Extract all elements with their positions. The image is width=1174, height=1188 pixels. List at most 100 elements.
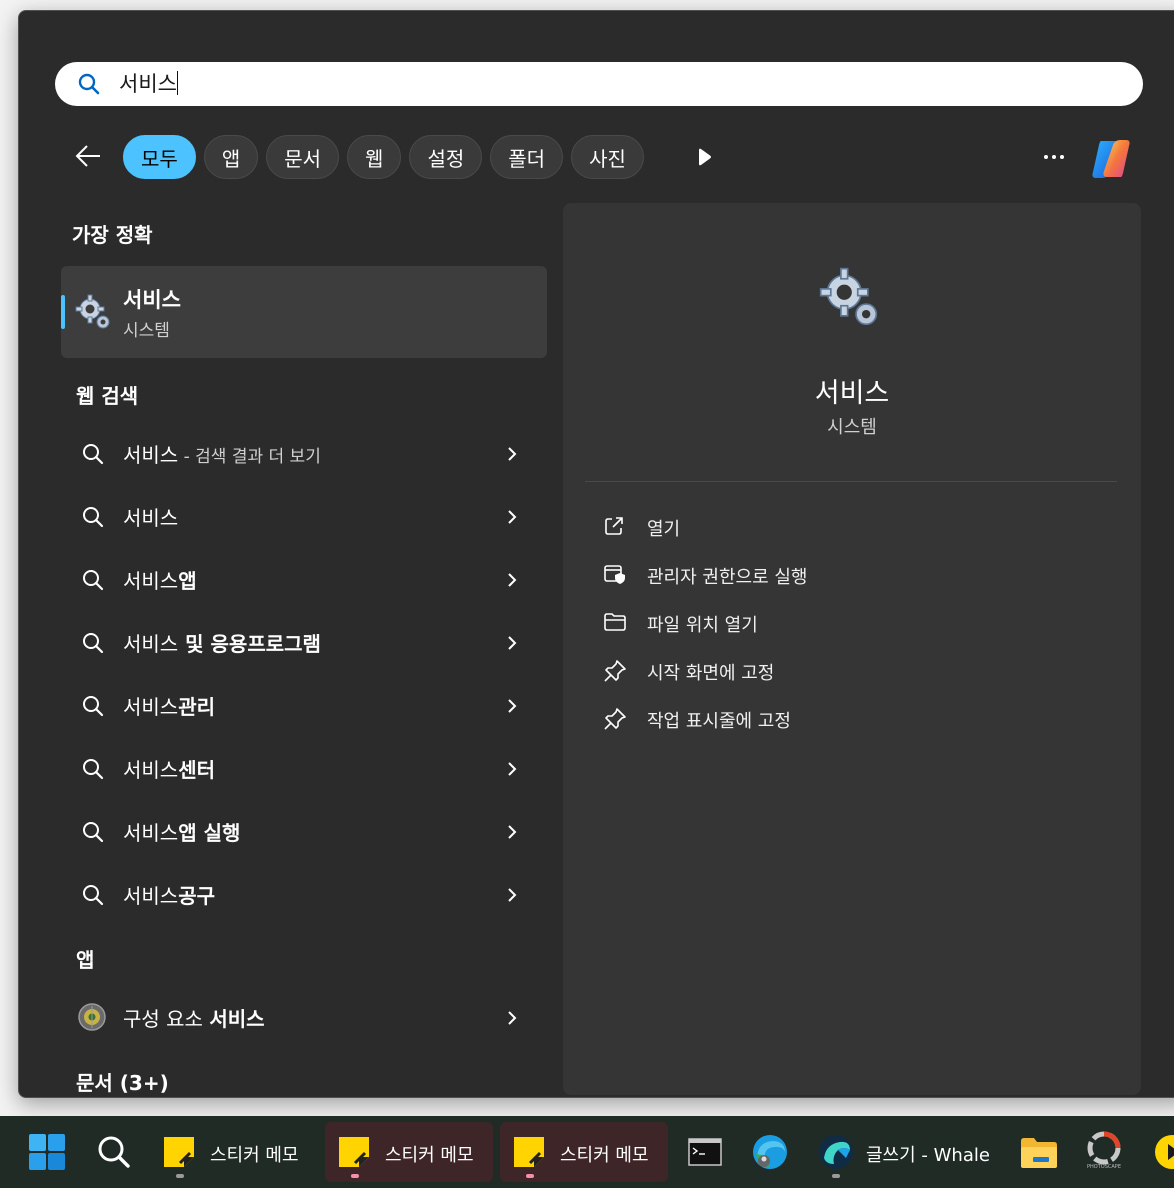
more-options-button[interactable]	[1039, 145, 1069, 169]
best-match-title: 서비스	[123, 288, 181, 312]
web-result-label: 서비스앱 실행	[123, 821, 241, 845]
taskbar-photoscape[interactable]: PHOTOSCAPE	[1076, 1122, 1132, 1182]
web-result-label: 서비스공구	[123, 884, 216, 908]
play-icon	[699, 148, 711, 166]
web-result-label: 서비스 - 검색 결과 더 보기	[123, 443, 321, 467]
web-result-5[interactable]: 서비스관리	[61, 677, 547, 733]
whale-browser-icon	[819, 1135, 853, 1169]
taskbar: 스티커 메모 스티커 메모 스티커 메모 글쓰기 - Whale PHOTOSC…	[0, 1116, 1174, 1188]
back-arrow-icon	[75, 145, 100, 167]
selection-indicator	[61, 295, 65, 329]
search-input[interactable]: 서비스	[119, 70, 178, 98]
photoscape-label: PHOTOSCAPE	[1087, 1164, 1121, 1170]
action-pin-to-taskbar[interactable]: 작업 표시줄에 고정	[603, 699, 1103, 739]
search-icon	[98, 1136, 130, 1168]
taskbar-file-explorer[interactable]	[1010, 1122, 1066, 1182]
pin-icon	[603, 659, 627, 687]
detail-pane: 서비스 시스템 열기 관리자 권한으로 실행 파일 위치 열기 시작 화면에 고…	[563, 203, 1141, 1095]
tab-folders[interactable]: 폴더	[490, 135, 564, 179]
search-icon	[81, 883, 105, 911]
taskbar-sticky-notes-1[interactable]: 스티커 메모	[150, 1122, 318, 1182]
search-icon	[81, 505, 105, 533]
folder-icon	[1021, 1138, 1057, 1168]
running-indicator	[832, 1174, 840, 1178]
action-pin-to-start[interactable]: 시작 화면에 고정	[603, 651, 1103, 691]
app-result-label: 구성 요소 서비스	[123, 1007, 265, 1031]
tab-photos[interactable]: 사진	[571, 135, 644, 179]
action-open[interactable]: 열기	[603, 507, 1103, 547]
taskbar-sticky-notes-3[interactable]: 스티커 메모	[500, 1122, 668, 1182]
web-result-6[interactable]: 서비스센터	[61, 740, 547, 796]
sticky-notes-icon	[339, 1137, 369, 1167]
best-match-subtitle: 시스템	[123, 321, 170, 341]
app-icon	[1155, 1135, 1174, 1169]
search-icon	[81, 694, 105, 722]
back-button[interactable]	[73, 141, 109, 171]
taskbar-search-button[interactable]	[88, 1122, 140, 1182]
app-result-1[interactable]: 구성 요소 서비스	[61, 989, 547, 1045]
taskbar-edge[interactable]	[742, 1122, 798, 1182]
folder-icon	[603, 611, 627, 637]
terminal-icon	[688, 1138, 722, 1166]
tab-documents[interactable]: 문서	[266, 135, 340, 179]
web-result-7[interactable]: 서비스앱 실행	[61, 803, 547, 859]
web-result-4[interactable]: 서비스 및 응용프로그램	[61, 614, 547, 670]
documents-heading: 문서 (3+)	[76, 1071, 169, 1095]
divider	[585, 481, 1117, 482]
tab-all[interactable]: 모두	[123, 135, 196, 179]
best-match-item[interactable]: 서비스 시스템	[61, 266, 547, 358]
chevron-right-icon	[505, 823, 519, 845]
chevron-right-icon	[505, 697, 519, 719]
sticky-notes-icon	[164, 1137, 194, 1167]
search-panel: 서비스 모두 앱 문서 웹 설정 폴더 사진 가장 정확 서비스 시스템 웹 검…	[18, 10, 1174, 1098]
taskbar-sticky-notes-2[interactable]: 스티커 메모	[325, 1122, 493, 1182]
web-result-8[interactable]: 서비스공구	[61, 866, 547, 922]
best-match-heading: 가장 정확	[72, 223, 153, 247]
search-icon	[81, 568, 105, 596]
search-icon	[81, 757, 105, 785]
search-box[interactable]: 서비스	[55, 62, 1143, 106]
taskbar-app-partial[interactable]	[1142, 1122, 1174, 1182]
tab-settings[interactable]: 설정	[409, 135, 483, 179]
chevron-right-icon	[505, 445, 519, 467]
tab-web[interactable]: 웹	[347, 135, 402, 179]
filter-tabs: 모두 앱 문서 웹 설정 폴더 사진	[123, 135, 644, 179]
more-tabs-button[interactable]	[697, 147, 713, 171]
shield-run-icon	[603, 563, 627, 589]
open-external-icon	[603, 515, 625, 541]
chevron-right-icon	[505, 1009, 519, 1031]
detail-title: 서비스	[814, 378, 890, 409]
taskbar-terminal[interactable]	[680, 1122, 730, 1182]
copilot-button[interactable]	[1087, 135, 1135, 187]
apps-heading: 앱	[76, 948, 95, 972]
search-icon	[77, 72, 101, 100]
text-caret	[176, 71, 178, 95]
chevron-right-icon	[505, 571, 519, 593]
chevron-right-icon	[505, 508, 519, 530]
chevron-right-icon	[505, 760, 519, 782]
running-indicator	[526, 1174, 534, 1178]
web-search-heading: 웹 검색	[76, 384, 139, 408]
action-run-as-admin[interactable]: 관리자 권한으로 실행	[603, 555, 1103, 595]
copilot-icon	[1092, 140, 1130, 178]
running-indicator	[351, 1174, 359, 1178]
sticky-notes-icon	[514, 1137, 544, 1167]
web-result-label: 서비스앱	[123, 569, 197, 593]
web-result-1[interactable]: 서비스 - 검색 결과 더 보기	[61, 425, 547, 481]
web-result-label: 서비스센터	[123, 758, 216, 782]
ellipsis-icon	[1044, 155, 1064, 159]
search-icon	[81, 820, 105, 848]
action-open-file-location[interactable]: 파일 위치 열기	[603, 603, 1103, 643]
start-button[interactable]	[22, 1122, 72, 1182]
windows-logo-icon	[29, 1134, 65, 1170]
taskbar-whale-browser[interactable]: 글쓰기 - Whale	[808, 1122, 998, 1182]
running-indicator	[176, 1174, 184, 1178]
tab-apps[interactable]: 앱	[203, 135, 259, 179]
web-result-3[interactable]: 서비스앱	[61, 551, 547, 607]
detail-subtitle: 시스템	[827, 417, 877, 438]
web-result-label: 서비스관리	[123, 695, 216, 719]
photoscape-icon: PHOTOSCAPE	[1087, 1131, 1121, 1170]
web-result-label: 서비스	[123, 506, 179, 530]
web-result-2[interactable]: 서비스	[61, 488, 547, 544]
pin-icon	[603, 707, 627, 735]
